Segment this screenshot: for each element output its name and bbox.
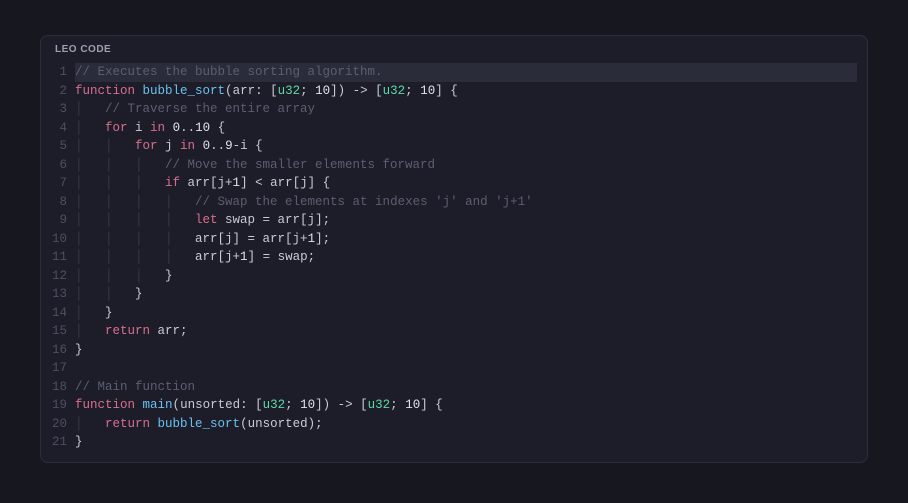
line-number: 12 bbox=[45, 267, 67, 286]
code-line[interactable]: │ return bubble_sort(unsorted); bbox=[75, 415, 857, 434]
code-line[interactable]: │ │ for j in 0..9-i { bbox=[75, 137, 857, 156]
code-line[interactable]: } bbox=[75, 433, 857, 452]
line-number: 1 bbox=[45, 63, 67, 82]
line-number: 19 bbox=[45, 396, 67, 415]
line-gutter: 123456789101112131415161718192021 bbox=[41, 63, 75, 462]
line-number: 9 bbox=[45, 211, 67, 230]
code-content[interactable]: // Executes the bubble sorting algorithm… bbox=[75, 63, 867, 462]
code-line[interactable]: │ } bbox=[75, 304, 857, 323]
code-line[interactable]: │ │ │ │ let swap = arr[j]; bbox=[75, 211, 857, 230]
line-number: 10 bbox=[45, 230, 67, 249]
line-number: 11 bbox=[45, 248, 67, 267]
code-line[interactable]: │ │ │ // Move the smaller elements forwa… bbox=[75, 156, 857, 175]
code-line[interactable]: │ // Traverse the entire array bbox=[75, 100, 857, 119]
code-line[interactable]: │ │ │ } bbox=[75, 267, 857, 286]
line-number: 20 bbox=[45, 415, 67, 434]
line-number: 6 bbox=[45, 156, 67, 175]
line-number: 3 bbox=[45, 100, 67, 119]
line-number: 4 bbox=[45, 119, 67, 138]
code-line[interactable]: │ │ │ │ // Swap the elements at indexes … bbox=[75, 193, 857, 212]
code-line[interactable]: function bubble_sort(arr: [u32; 10]) -> … bbox=[75, 82, 857, 101]
line-number: 15 bbox=[45, 322, 67, 341]
code-line[interactable]: │ │ │ if arr[j+1] < arr[j] { bbox=[75, 174, 857, 193]
line-number: 8 bbox=[45, 193, 67, 212]
line-number: 18 bbox=[45, 378, 67, 397]
code-line[interactable]: │ return arr; bbox=[75, 322, 857, 341]
line-number: 21 bbox=[45, 433, 67, 452]
code-line[interactable]: // Main function bbox=[75, 378, 857, 397]
code-line[interactable]: │ for i in 0..10 { bbox=[75, 119, 857, 138]
code-line[interactable] bbox=[75, 359, 857, 378]
line-number: 2 bbox=[45, 82, 67, 101]
code-line[interactable]: │ │ } bbox=[75, 285, 857, 304]
code-line[interactable]: // Executes the bubble sorting algorithm… bbox=[75, 63, 857, 82]
code-line[interactable]: │ │ │ │ arr[j+1] = swap; bbox=[75, 248, 857, 267]
line-number: 14 bbox=[45, 304, 67, 323]
line-number: 7 bbox=[45, 174, 67, 193]
code-area[interactable]: 123456789101112131415161718192021 // Exe… bbox=[41, 63, 867, 462]
line-number: 17 bbox=[45, 359, 67, 378]
code-line[interactable]: │ │ │ │ arr[j] = arr[j+1]; bbox=[75, 230, 857, 249]
code-line[interactable]: } bbox=[75, 341, 857, 360]
code-line[interactable]: function main(unsorted: [u32; 10]) -> [u… bbox=[75, 396, 857, 415]
line-number: 16 bbox=[45, 341, 67, 360]
line-number: 13 bbox=[45, 285, 67, 304]
panel-title: LEO CODE bbox=[41, 36, 867, 63]
code-panel: LEO CODE 1234567891011121314151617181920… bbox=[40, 35, 868, 463]
line-number: 5 bbox=[45, 137, 67, 156]
